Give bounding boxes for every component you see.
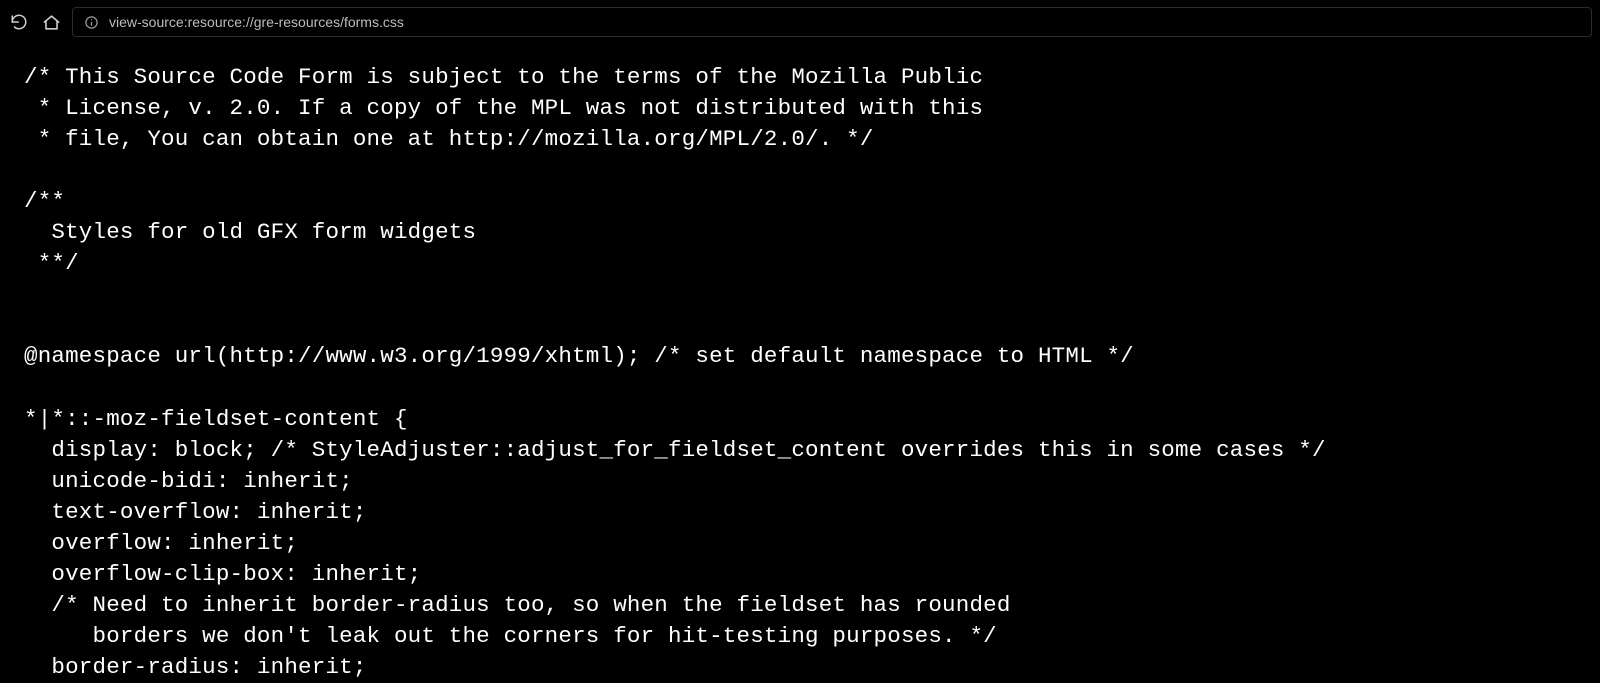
source-code: /* This Source Code Form is subject to t…: [24, 62, 1576, 683]
url-input[interactable]: [107, 13, 1581, 31]
home-icon[interactable]: [40, 11, 62, 33]
browser-toolbar: [0, 0, 1600, 44]
reload-icon[interactable]: [8, 11, 30, 33]
url-bar[interactable]: [72, 7, 1592, 37]
info-icon[interactable]: [83, 14, 99, 30]
source-viewport[interactable]: /* This Source Code Form is subject to t…: [0, 44, 1600, 683]
